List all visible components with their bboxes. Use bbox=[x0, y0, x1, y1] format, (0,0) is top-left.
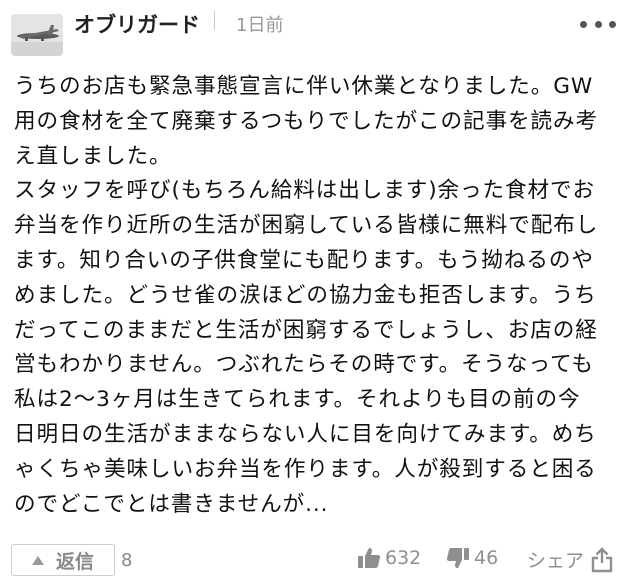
like-count: 632 bbox=[385, 547, 422, 569]
thumbs-down-icon bbox=[446, 548, 469, 568]
triangle-up-icon bbox=[32, 555, 44, 565]
thumbs-up-icon bbox=[358, 548, 381, 568]
share-icon bbox=[591, 546, 613, 572]
airplane-avatar-icon[interactable] bbox=[11, 14, 63, 56]
dislike-button[interactable]: 46 bbox=[446, 546, 498, 570]
header-divider bbox=[214, 11, 215, 30]
comment-line: うちのお店も緊急事態宣言に伴い休業となりました。GW bbox=[14, 74, 594, 99]
comment-line: ます。知り合いの子供食堂にも配ります。もう拗ねるのや bbox=[14, 247, 594, 273]
comment-line: 営もわかりません。つぶれたらその時です。そうなっても bbox=[14, 352, 594, 378]
share-button[interactable]: シェア bbox=[527, 546, 614, 573]
dot bbox=[594, 20, 602, 28]
comment-line: 私は2〜3ヶ月は生きてられます。それよりも目の前の今 bbox=[14, 387, 581, 413]
comment-line: え直しました。 bbox=[14, 143, 172, 169]
comment-line: 日明日の生活がままならない人に目を向けてみます。めち bbox=[14, 421, 597, 447]
comment-line: 弁当を作り近所の生活が困窮している皆様に無料で配布し bbox=[14, 213, 599, 239]
dislike-count: 46 bbox=[474, 547, 499, 569]
comment-header: オブリガード 1日前 bbox=[0, 0, 640, 64]
like-button[interactable]: 632 bbox=[357, 546, 421, 570]
airplane-avatar-icon-graphic bbox=[11, 14, 63, 56]
comment-body: うちのお店も緊急事態宣言に伴い休業となりました。GW 用の食材を全て廃棄するつも… bbox=[14, 70, 636, 522]
reply-label: 返信 bbox=[56, 550, 95, 573]
comment-line: めました。どうせ雀の涙ほどの協力金も拒否します。うち bbox=[14, 282, 597, 308]
comment-line: 用の食材を全て廃棄するつもりでしたがこの記事を読み考 bbox=[14, 108, 598, 134]
comment-line: ゃくちゃ美味しいお弁当を作ります。人が殺到すると困る bbox=[14, 456, 597, 482]
username[interactable]: オブリガード bbox=[74, 9, 200, 39]
post-time: 1日前 bbox=[236, 15, 284, 36]
comment-line: のでどこでとは書きませんが... bbox=[14, 491, 329, 517]
reply-count[interactable]: 8 bbox=[121, 550, 132, 571]
comment-footer: 返信 8 632 46 シェア bbox=[0, 542, 640, 577]
reply-button[interactable]: 返信 bbox=[11, 544, 115, 576]
dot bbox=[580, 20, 587, 28]
more-dots-icon[interactable] bbox=[580, 18, 616, 30]
dot bbox=[609, 20, 616, 28]
comment-line: スタッフを呼び(もちろん給料は出します)余った食材でお bbox=[14, 178, 595, 204]
comment-line: だってこのままだと生活が困窮するでしょうし、お店の経 bbox=[14, 317, 598, 343]
share-label: シェア bbox=[527, 550, 585, 572]
